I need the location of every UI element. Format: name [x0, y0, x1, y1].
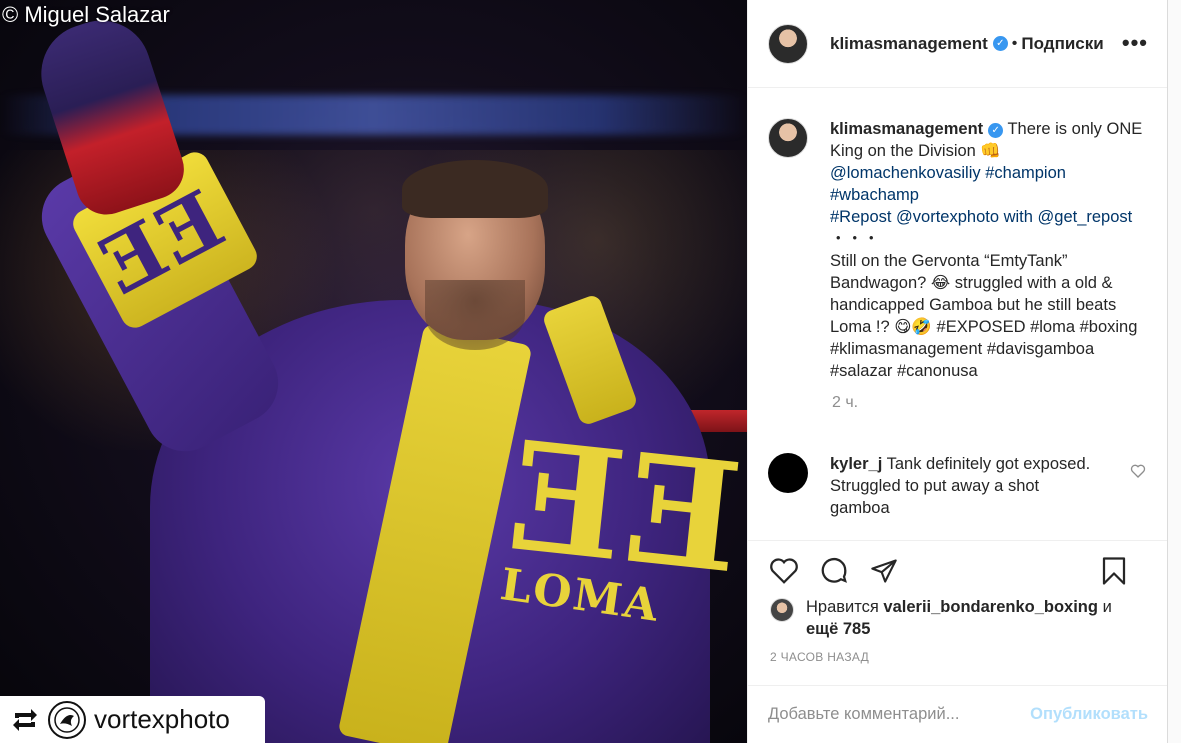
liker-avatar[interactable] — [770, 598, 794, 622]
publish-button[interactable]: Опубликовать — [1030, 705, 1148, 724]
caption-line-mentions[interactable]: @lomachenkovasiliy #champion #wbachamp — [830, 164, 1066, 204]
liker-username[interactable]: valerii_bondarenko_boxing — [883, 598, 1098, 616]
share-icon[interactable] — [868, 555, 900, 587]
vortexphoto-avatar — [48, 700, 86, 739]
commenter-username[interactable]: kyler_j — [830, 455, 882, 473]
action-bar — [748, 540, 1168, 600]
more-options-icon[interactable]: ••• — [1122, 30, 1148, 56]
boxer-beard — [425, 280, 525, 350]
author-username[interactable]: klimasmanagement — [830, 34, 988, 54]
post-photo[interactable]: ƎƎ ƎƎ LOMA © Miguel Salazar vortexphoto — [0, 0, 747, 743]
bookmark-icon[interactable] — [1098, 555, 1130, 587]
repost-badge: vortexphoto — [0, 696, 265, 743]
likes-text: Нравится valerii_bondarenko_boxing и ещё… — [806, 596, 1112, 640]
likes-summary: Нравится valerii_bondarenko_boxing и ещё… — [770, 596, 1150, 640]
post-timestamp[interactable]: 2 ЧАСОВ НАЗАД — [770, 650, 869, 664]
likes-suffix: и — [1102, 598, 1112, 616]
boxer-hair — [402, 160, 548, 218]
comment-item: kyler_j Tank definitely got exposed. Str… — [768, 453, 1148, 519]
caption-username[interactable]: klimasmanagement — [830, 120, 983, 138]
comment-input[interactable] — [768, 705, 1031, 724]
repost-username: vortexphoto — [94, 704, 230, 734]
page-scrollbar-edge — [1167, 0, 1181, 743]
post-header: klimasmanagement ✓ • Подписки ••• — [748, 0, 1168, 88]
caption-line-repost[interactable]: #Repost @vortexphoto with @get_repost — [830, 208, 1132, 226]
post-sidebar: klimasmanagement ✓ • Подписки ••• klimas… — [747, 0, 1168, 743]
follow-status-button[interactable]: Подписки — [1021, 34, 1103, 54]
author-avatar[interactable] — [768, 23, 808, 64]
commenter-avatar[interactable] — [768, 453, 808, 493]
caption-separator: ・・・ — [830, 230, 880, 248]
comment-like-icon[interactable] — [1130, 463, 1148, 481]
caption-time: 2 ч. — [832, 394, 859, 411]
likes-more-button[interactable]: ещё 785 — [806, 620, 870, 638]
like-icon[interactable] — [768, 555, 800, 587]
caption-verified-icon: ✓ — [988, 123, 1004, 138]
comment-text: kyler_j Tank definitely got exposed. Str… — [830, 453, 1100, 519]
header-separator: • — [1011, 34, 1018, 52]
post-caption: klimasmanagement ✓ There is only ONE King… — [768, 118, 1158, 412]
photo-copyright: © Miguel Salazar — [2, 2, 170, 27]
caption-text: klimasmanagement ✓ There is only ONE King… — [830, 118, 1158, 382]
repost-icon — [10, 705, 40, 735]
comment-icon[interactable] — [818, 555, 850, 587]
verified-icon: ✓ — [992, 36, 1008, 51]
likes-prefix: Нравится — [806, 598, 879, 616]
caption-author-avatar[interactable] — [768, 118, 808, 158]
add-comment-bar: Опубликовать — [748, 685, 1168, 743]
caption-line-body: Still on the Gervonta “EmtyTank” Bandwag… — [830, 252, 1138, 380]
